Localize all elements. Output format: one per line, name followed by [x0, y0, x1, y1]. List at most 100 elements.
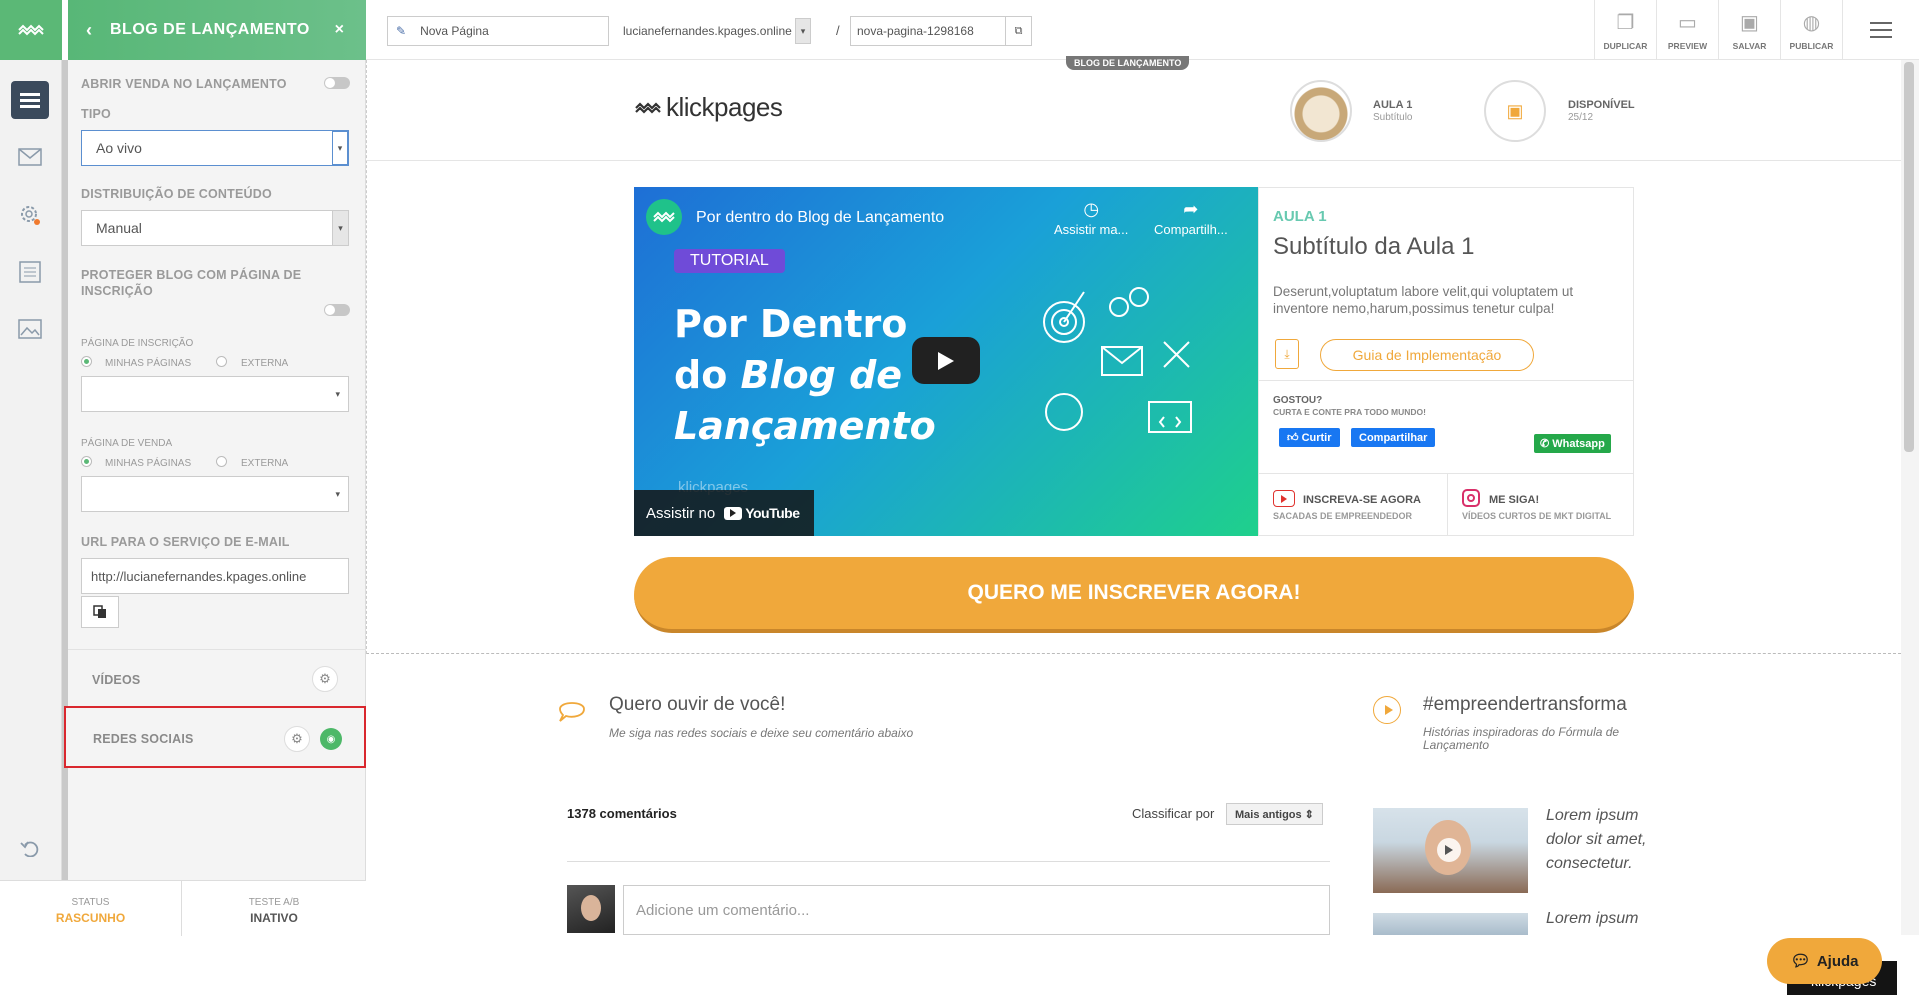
inscreva-label[interactable]: INSCREVA-SE AGORA [1303, 494, 1421, 506]
video-title[interactable]: Por dentro do Blog de Lançamento [696, 209, 944, 227]
gear-icon[interactable] [11, 196, 49, 234]
videos-gear-icon[interactable]: ⚙ [312, 666, 338, 692]
sort-select[interactable]: Mais antigos ⇕ [1226, 803, 1323, 825]
side-item-text[interactable]: Lorem ipsum dolor sit amet, consectetur. [1546, 804, 1666, 876]
whatsapp-button[interactable]: ✆ Whatsapp [1534, 434, 1611, 453]
headline-line-2: do Blog de [674, 350, 936, 401]
back-chevron-icon[interactable]: ‹ [86, 20, 92, 41]
status-bar: STATUS RASCUNHO TESTE A/B INATIVO [0, 880, 366, 936]
copy-button[interactable] [81, 596, 119, 628]
copy-icon[interactable]: ⧉ [1005, 17, 1031, 45]
duplicate-button[interactable]: ❐ DUPLICAR [1594, 0, 1656, 60]
editor-toolbar: ✎ Nova Página lucianefernandes.kpages.on… [366, 0, 1919, 60]
page-name-input[interactable]: ✎ Nova Página [387, 16, 609, 46]
klickpages-logo-icon[interactable] [0, 0, 62, 60]
status-box[interactable]: STATUS RASCUNHO [0, 881, 182, 936]
curtir-label: Curtir [1301, 431, 1332, 444]
play-button[interactable] [912, 337, 980, 384]
eye-icon[interactable]: ◉ [320, 728, 342, 750]
whatsapp-label: Whatsapp [1552, 437, 1605, 450]
undo-icon[interactable] [11, 828, 49, 866]
redes-gear-icon[interactable]: ⚙ [284, 726, 310, 752]
channel-icon[interactable] [646, 199, 682, 235]
list-icon[interactable] [11, 253, 49, 291]
share-label: Compartilh... [1154, 222, 1228, 237]
inscreva-sub: SACADAS DE EMPREENDEDOR [1273, 511, 1413, 521]
aula-subtitle: Subtítulo [1373, 112, 1413, 123]
guide-button[interactable]: Guia de Implementação [1320, 339, 1534, 371]
image-icon[interactable] [11, 310, 49, 348]
share-button[interactable]: ➦ Compartilh... [1154, 199, 1228, 237]
aula-title: AULA 1 [1373, 99, 1413, 111]
side-item-text[interactable]: Lorem ipsum [1546, 910, 1666, 928]
url-email-input[interactable]: http://lucianefernandes.kpages.online [81, 558, 349, 594]
youtube-icon[interactable] [1273, 490, 1295, 507]
page-scrollbar[interactable] [1901, 60, 1919, 935]
inscricao-minhas-radio[interactable] [81, 356, 92, 367]
duplicate-icon: ❐ [1616, 12, 1635, 34]
blog-header [366, 60, 1901, 161]
watch-on-youtube-button[interactable]: Assistir no YouTube [634, 490, 814, 536]
distribuicao-value: Manual [96, 220, 142, 236]
slug-input[interactable]: nova-pagina-1298168 ⧉ [850, 16, 1032, 46]
instagram-icon[interactable] [1462, 489, 1480, 507]
redes-sociais-section[interactable]: REDES SOCIAIS ⚙ ◉ [64, 706, 366, 768]
close-icon[interactable]: × [335, 21, 344, 39]
ab-value: INATIVO [250, 911, 298, 925]
tipo-value: Ao vivo [96, 140, 142, 156]
download-icon[interactable]: ⤓ [1275, 339, 1299, 369]
videos-label: VÍDEOS [92, 673, 141, 687]
preview-button[interactable]: ▭ PREVIEW [1656, 0, 1718, 60]
proteger-label: PROTEGER BLOG COM PÁGINA DE INSCRIÇÃO [81, 268, 302, 298]
headline-line-1: Por Dentro [674, 302, 908, 346]
tipo-select[interactable]: Ao vivo ▾ [81, 130, 349, 166]
klickpages-logo: klickpages [634, 92, 783, 123]
hashtag-heading: #empreendertransforma [1423, 694, 1627, 715]
hamburger-menu-button[interactable] [1842, 0, 1919, 60]
venda-externa-radio[interactable] [216, 456, 227, 467]
facebook-share-button[interactable]: Compartilhar [1351, 428, 1436, 447]
gostou-sub: CURTA E CONTE PRA TODO MUNDO! [1273, 407, 1426, 417]
watch-on-label: Assistir no [646, 504, 716, 522]
menu-icon[interactable] [11, 81, 49, 119]
inscricao-externa-radio[interactable] [216, 356, 227, 367]
video-thumbnail[interactable] [1373, 913, 1528, 935]
cta-subscribe-button[interactable]: QUERO ME INSCREVER AGORA! [634, 557, 1634, 633]
youtube-video-embed[interactable]: Por dentro do Blog de Lançamento ◷ Assis… [634, 187, 1258, 536]
tipo-label: TIPO [81, 107, 111, 121]
videos-section[interactable]: VÍDEOS ⚙ [68, 649, 366, 707]
url-email-label: URL PARA O SERVIÇO DE E-MAIL [81, 535, 290, 549]
mail-icon[interactable] [11, 138, 49, 176]
distribuicao-select[interactable]: Manual ▾ [81, 210, 349, 246]
status-value: RASCUNHO [55, 911, 126, 925]
publish-button[interactable]: ◍ PUBLICAR [1780, 0, 1842, 60]
lesson-description: Deserunt,voluptatum labore velit,qui vol… [1273, 284, 1574, 316]
facebook-like-button[interactable]: 👍︎ Curtir [1279, 428, 1340, 447]
help-button[interactable]: 💬︎ Ajuda [1767, 938, 1882, 984]
aula-avatar[interactable] [1290, 80, 1352, 142]
divider [1259, 473, 1633, 474]
venda-minhas-label: MINHAS PÁGINAS [105, 458, 192, 469]
divider [1259, 380, 1633, 381]
thumbs-up-icon: 👍︎ [1287, 432, 1299, 444]
share-icon: ➦ [1183, 199, 1199, 219]
video-thumbnail[interactable] [1373, 808, 1528, 893]
abrir-venda-toggle[interactable] [324, 77, 350, 89]
venda-minhas-radio[interactable] [81, 456, 92, 467]
domain-select[interactable]: lucianefernandes.kpages.online ▾ [623, 16, 811, 46]
ab-test-box[interactable]: TESTE A/B INATIVO [182, 881, 366, 936]
proteger-toggle[interactable] [324, 304, 350, 316]
comment-input[interactable]: Adicione um comentário... [623, 885, 1330, 935]
url-email-value: http://lucianefernandes.kpages.online [91, 568, 307, 584]
venda-page-select[interactable]: ▾ [81, 476, 349, 512]
play-icon [938, 351, 954, 370]
watch-later-button[interactable]: ◷ Assistir ma... [1054, 199, 1128, 237]
me-siga-label[interactable]: ME SIGA! [1489, 494, 1539, 506]
scrollbar-thumb[interactable] [1904, 62, 1914, 452]
publish-label: PUBLICAR [1789, 41, 1834, 51]
inscricao-page-select[interactable]: ▾ [81, 376, 349, 412]
lesson-title: Subtítulo da Aula 1 [1273, 233, 1475, 260]
divider [567, 861, 1330, 862]
pencil-icon: ✎ [396, 24, 407, 38]
save-button[interactable]: ▣ SALVAR [1718, 0, 1780, 60]
